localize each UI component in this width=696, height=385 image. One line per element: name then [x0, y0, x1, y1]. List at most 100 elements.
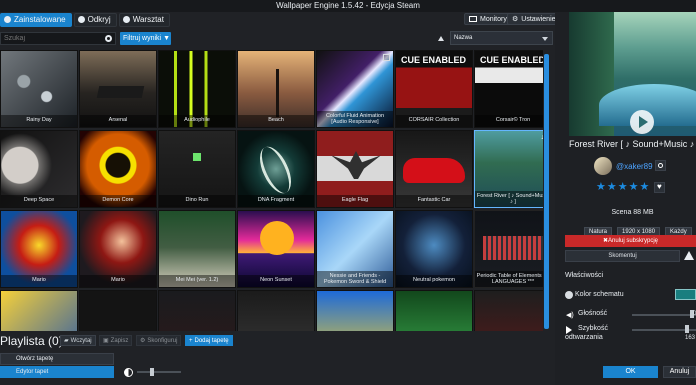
wallpaper-tile[interactable]: Eagle Flag [316, 130, 394, 208]
add-wallpaper-button[interactable]: + Dodaj tapetę [185, 335, 233, 346]
brightness-slider[interactable] [137, 371, 181, 373]
wallpaper-title: Corsair© Tron [475, 115, 550, 127]
wallpaper-preview[interactable] [569, 12, 696, 136]
wallpaper-tile-selected[interactable]: ♪Forest River [ ♪ Sound+Music ♪ ] [474, 130, 550, 208]
save-label: Zapisz [110, 337, 129, 344]
search-icon[interactable] [105, 35, 112, 42]
sort-dropdown[interactable]: Nazwa [450, 31, 553, 45]
wallpaper-tile[interactable]: Mei Mei (ver. 1.2) [158, 210, 236, 288]
monitor-icon [469, 16, 477, 22]
search-input[interactable] [0, 32, 116, 45]
cancel-button[interactable]: Anuluj [663, 366, 696, 378]
wallpaper-tile[interactable]: Audiophile [158, 50, 236, 128]
wallpaper-title: Neutral pokemon [396, 275, 472, 287]
gear-icon: ⚙ [140, 338, 146, 344]
configure-playlist-button[interactable]: ⚙ Skonfiguruj [136, 335, 182, 346]
tab-installed[interactable]: Zainstalowane [0, 12, 72, 27]
wallpaper-title: Rainy Day [1, 115, 77, 127]
wallpaper-tile[interactable] [474, 290, 550, 331]
wallpaper-tile[interactable]: Deep Space [0, 130, 78, 208]
comment-button[interactable]: Skomentuj [565, 250, 680, 262]
wallpaper-editor-button[interactable]: Edytor tapet [0, 366, 114, 378]
unsubscribe-button[interactable]: ✖Anuluj subskrypcję [565, 235, 696, 247]
playback-speed-label: Szybkość [578, 325, 608, 332]
wallpaper-title: Fantastic Car [396, 195, 472, 207]
wallpaper-tile[interactable]: Periodic Table of Elements 30 LANGUAGES … [474, 210, 550, 288]
wallpaper-tile[interactable]: CUE ENABLED Corsair© Tron [474, 50, 550, 128]
playback-speed-label-2: odtwarzania [565, 334, 603, 341]
wallpaper-tile[interactable]: Demon Core [79, 130, 157, 208]
wallpaper-tile[interactable] [316, 290, 394, 331]
grid-scrollbar[interactable] [543, 50, 550, 331]
wallpaper-tile[interactable]: Fantastic Car [395, 130, 473, 208]
volume-label: Głośność [578, 310, 608, 317]
window-title: Wallpaper Engine 1.5.42 - Edycja Steam [0, 0, 696, 12]
workshop-icon [122, 16, 130, 23]
wallpaper-title: Demon Core [80, 195, 156, 207]
wallpaper-tile[interactable]: Arsenal [79, 50, 157, 128]
grid-scrollbar-thumb[interactable] [544, 54, 549, 329]
dna-icon [253, 142, 298, 198]
wallpaper-tile[interactable]: Mario [0, 210, 78, 288]
color-scheme-picker[interactable] [675, 289, 696, 300]
wallpaper-title: Periodic Table of Elements 30 LANGUAGES … [475, 271, 550, 287]
wallpaper-tile[interactable] [395, 290, 473, 331]
wallpaper-title: Colorful Fluid Animation [Audio Responsi… [317, 111, 393, 127]
monitors-label: Monitory [480, 15, 507, 23]
favorite-button[interactable]: ♥ [654, 182, 665, 193]
wallpaper-tile[interactable] [79, 290, 157, 331]
tab-discover[interactable]: Odkryj [73, 12, 117, 27]
rating-stars: ★★★★★ [596, 181, 651, 193]
search-author-button[interactable] [655, 160, 666, 171]
settings-button[interactable]: ⚙ Ustawienie [507, 13, 561, 25]
wallpaper-tile[interactable] [0, 290, 78, 331]
playback-speed-slider-thumb[interactable] [685, 325, 689, 333]
save-playlist-button[interactable]: ▣ Zapisz [99, 335, 133, 346]
properties-heading: Właściwości [565, 272, 604, 279]
settings-label: Ustawienie [521, 15, 556, 23]
cue-enabled-badge: CUE ENABLED [401, 55, 467, 65]
wallpaper-tile[interactable]: Dino Run [158, 130, 236, 208]
playlist-title: Playlista (0) [0, 334, 63, 348]
sort-ascending-icon[interactable] [438, 36, 444, 41]
wallpaper-tile[interactable]: Neutral pokemon [395, 210, 473, 288]
tab-discover-label: Odkryj [87, 15, 111, 24]
wallpaper-tile[interactable]: DNA Fragment [237, 130, 315, 208]
brightness-slider-thumb[interactable] [150, 368, 154, 376]
wallpaper-editor-label: Edytor tapet [16, 369, 49, 375]
car-icon [403, 158, 465, 183]
play-preview-icon[interactable] [630, 110, 654, 134]
wallpaper-tile[interactable]: Neon Sunset [237, 210, 315, 288]
wallpaper-tile[interactable] [158, 290, 236, 331]
tab-workshop[interactable]: Warsztat [118, 12, 170, 27]
warning-icon[interactable] [684, 251, 694, 260]
volume-slider[interactable] [632, 314, 696, 316]
open-wallpaper-button[interactable]: Otwórz tapetę [0, 353, 114, 365]
checkbox-icon[interactable] [383, 54, 390, 61]
search-icon [658, 163, 663, 168]
wallpaper-tile[interactable]: Rainy Day [0, 50, 78, 128]
wallpaper-tile[interactable] [237, 290, 315, 331]
wallpaper-tile[interactable]: Mario [79, 210, 157, 288]
wallpaper-title: Mario [80, 275, 156, 287]
monitors-button[interactable]: Monitory [464, 13, 512, 25]
wallpaper-tile[interactable]: Colorful Fluid Animation [Audio Responsi… [316, 50, 394, 128]
wallpaper-tile[interactable]: Beach [237, 50, 315, 128]
wallpaper-tile[interactable]: Nessie and Friends - Pokemon Sword & Shi… [316, 210, 394, 288]
palette-icon [565, 291, 573, 299]
wallpaper-title: Neon Sunset [238, 275, 314, 287]
wallpaper-title: DNA Fragment [238, 195, 314, 207]
scene-size: Scena 88 MB [611, 209, 654, 216]
sun-icon [260, 221, 294, 255]
load-playlist-button[interactable]: ▰ Wczytaj [60, 335, 96, 346]
avatar [594, 157, 612, 175]
comment-label: Skomentuj [608, 253, 637, 259]
filter-results-button[interactable]: Filtruj wyniki ▼ [120, 32, 171, 45]
author-row[interactable]: @xaker89 [594, 157, 653, 175]
author-name[interactable]: @xaker89 [616, 162, 653, 171]
ok-button[interactable]: OK [603, 366, 658, 378]
wallpaper-title: Forest River [ ♪ Sound+Music ♪ ] [475, 191, 550, 207]
dino-icon [193, 153, 201, 161]
wallpaper-tile[interactable]: CUE ENABLED CORSAIR Collection [395, 50, 473, 128]
add-label: Dodaj tapetę [194, 337, 229, 344]
